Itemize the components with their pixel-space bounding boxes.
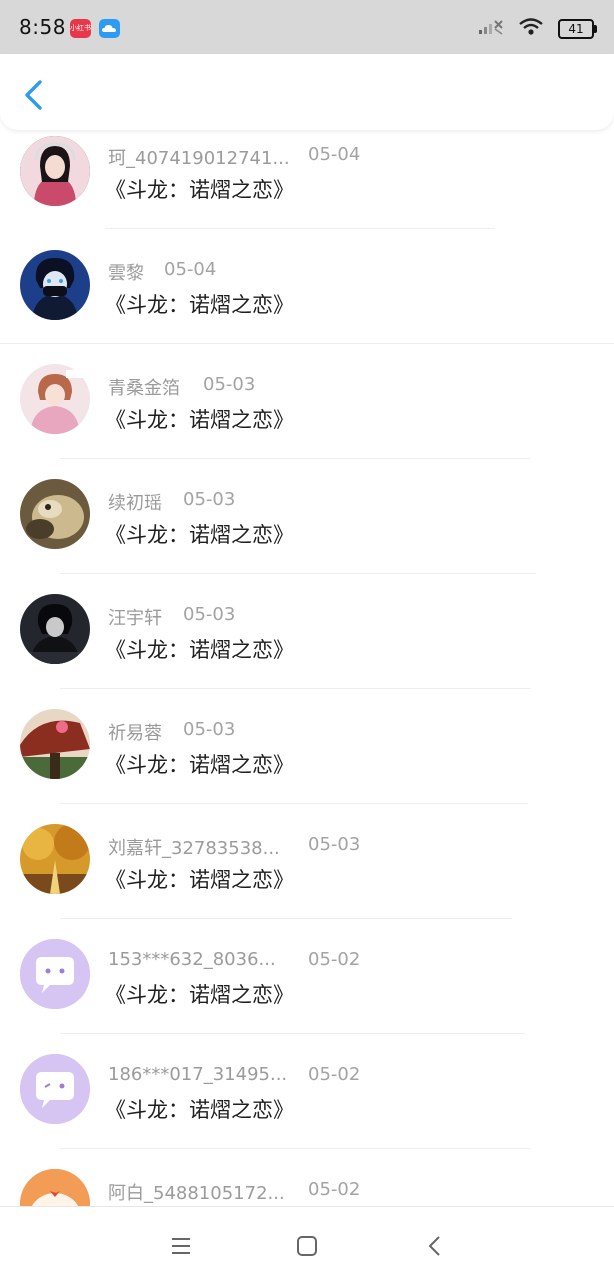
username[interactable]: 雲黎	[108, 259, 144, 285]
comment-text: 《斗龙：诺熠之恋》	[105, 523, 294, 547]
comment-text: 《斗龙：诺熠之恋》	[105, 178, 294, 202]
chevron-left-icon[interactable]	[20, 78, 48, 112]
comment-text: 《斗龙：诺熠之恋》	[105, 753, 294, 777]
avatar[interactable]	[20, 250, 90, 320]
avatar[interactable]	[20, 709, 90, 779]
username[interactable]: 续初瑶	[108, 489, 162, 515]
xiaohongshu-app-icon: 小红书	[70, 19, 91, 38]
avatar[interactable]	[20, 594, 90, 664]
list-item[interactable]: 续初瑶 05-03 《斗龙：诺熠之恋》	[0, 443, 614, 574]
comment-text: 《斗龙：诺熠之恋》	[105, 1098, 294, 1122]
list-item[interactable]: 汪宇轩 05-03 《斗龙：诺熠之恋》	[0, 558, 614, 689]
comment-text: 《斗龙：诺熠之恋》	[105, 293, 294, 317]
comment-text: 《斗龙：诺熠之恋》	[105, 638, 294, 662]
comment-date: 05-02	[308, 1064, 361, 1085]
avatar[interactable]	[20, 939, 90, 1009]
comment-date: 05-03	[203, 374, 256, 395]
comment-date: 05-04	[164, 259, 217, 280]
list-item[interactable]: 153***632_8036... 05-02 《斗龙：诺熠之恋》	[0, 903, 614, 1034]
comment-date: 05-03	[183, 719, 236, 740]
comment-date: 05-02	[308, 1179, 361, 1200]
avatar[interactable]	[20, 479, 90, 549]
comment-date: 05-03	[183, 489, 236, 510]
status-time: 8:58	[19, 15, 66, 39]
comment-text: 《斗龙：诺熠之恋》	[105, 408, 294, 432]
list-item[interactable]: 186***017_31495... 05-02 《斗龙：诺熠之恋》	[0, 1018, 614, 1149]
comment-text: 《斗龙：诺熠之恋》	[105, 868, 294, 892]
cloud-app-icon	[99, 19, 120, 38]
no-signal-icon	[478, 18, 504, 40]
username[interactable]: 刘嘉轩_32783538...	[108, 834, 280, 860]
comment-date: 05-03	[308, 834, 361, 855]
avatar[interactable]	[20, 136, 90, 206]
username[interactable]: 186***017_31495...	[108, 1064, 287, 1085]
username[interactable]: 汪宇轩	[108, 604, 162, 630]
avatar[interactable]	[20, 364, 90, 434]
list-item[interactable]: 雲黎 05-04 《斗龙：诺熠之恋》	[0, 213, 614, 344]
username[interactable]: 153***632_8036...	[108, 949, 276, 970]
list-item[interactable]: 青桑金箔 05-03 《斗龙：诺熠之恋》	[0, 328, 614, 459]
username[interactable]: 青桑金箔	[108, 374, 180, 400]
list-item[interactable]: 刘嘉轩_32783538... 05-03 《斗龙：诺熠之恋》	[0, 788, 614, 919]
comment-date: 05-03	[183, 604, 236, 625]
avatar[interactable]	[20, 1054, 90, 1124]
status-bar: 8:58 小红书 41	[0, 0, 614, 54]
home-square-icon[interactable]	[292, 1231, 322, 1261]
system-nav-bar	[0, 1206, 614, 1281]
comment-list[interactable]: 珂_407419012741... 05-04 《斗龙：诺熠之恋》 雲黎 05-…	[0, 98, 614, 1206]
menu-icon[interactable]	[166, 1231, 196, 1261]
comment-date: 05-04	[308, 144, 361, 165]
status-icons: 41	[478, 17, 597, 41]
list-item[interactable]: 祈易蓉 05-03 《斗龙：诺熠之恋》	[0, 673, 614, 804]
username[interactable]: 祈易蓉	[108, 719, 162, 745]
avatar[interactable]	[20, 824, 90, 894]
username[interactable]: 阿白_5488105172...	[108, 1179, 285, 1205]
battery-icon: 41	[558, 19, 597, 39]
username[interactable]: 珂_407419012741...	[108, 144, 290, 170]
avatar[interactable]	[20, 1169, 90, 1206]
back-triangle-icon[interactable]	[420, 1231, 450, 1261]
comment-date: 05-02	[308, 949, 361, 970]
list-item[interactable]: 阿白_5488105172... 05-02	[0, 1133, 614, 1206]
top-header	[0, 54, 614, 130]
wifi-icon	[518, 17, 544, 41]
comment-text: 《斗龙：诺熠之恋》	[105, 983, 294, 1007]
